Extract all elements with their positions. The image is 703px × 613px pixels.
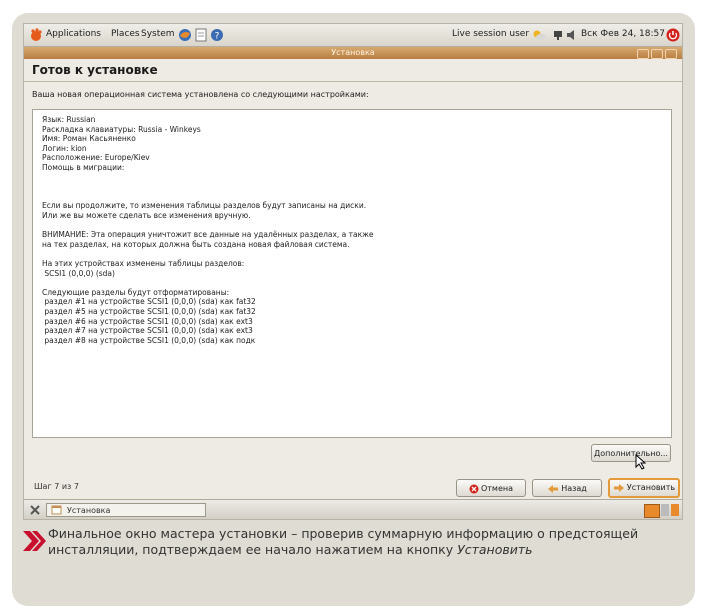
cancel-label: Отмена — [480, 484, 514, 493]
install-label: Установить — [626, 483, 676, 492]
step-indicator: Шаг 7 из 7 — [34, 482, 79, 491]
svg-text:?: ? — [215, 32, 220, 42]
summary-line: Язык: Russian — [42, 115, 96, 124]
summary-line: Если вы продолжите, то изменения таблицы… — [42, 201, 367, 211]
window-title: Установка — [331, 48, 375, 57]
caption-text: Финальное окно мастера установки – прове… — [48, 526, 639, 557]
installer-icon — [51, 505, 62, 515]
menu-places[interactable]: Places — [111, 29, 140, 39]
summary-line: Помощь в миграции: — [42, 163, 125, 172]
screenshot: Applications Places System ? Live sessio… — [23, 23, 683, 520]
close-icon[interactable] — [665, 49, 677, 59]
installer-window: Готов к установке Ваша новая операционна… — [24, 59, 682, 499]
taskbar-item-label: Установка — [67, 506, 111, 515]
bottom-taskbar: Установка — [24, 499, 682, 519]
show-desktop-icon[interactable] — [29, 504, 41, 516]
back-arrow-icon — [548, 484, 559, 493]
menu-applications[interactable]: Applications — [46, 29, 101, 39]
summary-line: Логин: kion — [42, 143, 87, 153]
cancel-button[interactable]: Отмена — [456, 479, 526, 497]
trash-icon[interactable] — [671, 504, 679, 516]
clock[interactable]: Вск Фев 24, 18:57 — [581, 29, 665, 39]
advanced-button[interactable]: Дополнительно... — [591, 444, 671, 462]
intro-text: Ваша новая операционная система установл… — [32, 90, 369, 99]
summary-line: раздел #6 на устройстве SCSI1 (0,0,0) (s… — [42, 316, 253, 326]
install-button[interactable]: Установить — [608, 478, 680, 498]
summary-line: Раскладка клавиатуры: Russia - Winkeys — [42, 124, 201, 134]
back-label: Назад — [561, 484, 587, 493]
summary-line: ВНИМАНИЕ: Эта операция уничтожит все дан… — [42, 230, 374, 240]
weather-icon — [533, 30, 546, 40]
back-button[interactable]: Назад — [532, 479, 602, 497]
top-panel: Applications Places System ? Live sessio… — [24, 24, 682, 47]
summary-line: раздел #5 на устройстве SCSI1 (0,0,0) (s… — [42, 307, 256, 316]
summary-line: Следующие разделы будут отформатированы: — [42, 287, 230, 297]
menu-system[interactable]: System — [141, 29, 175, 39]
window-titlebar[interactable]: Установка — [24, 47, 682, 59]
document-icon[interactable] — [195, 28, 207, 42]
summary-line: Или же вы можете сделать все изменения в… — [42, 211, 251, 220]
page-title: Готов к установке — [32, 63, 158, 77]
summary-line: раздел #8 на устройстве SCSI1 (0,0,0) (s… — [42, 335, 256, 345]
summary-line: раздел #1 на устройстве SCSI1 (0,0,0) (s… — [42, 297, 256, 307]
forward-arrow-icon — [613, 483, 624, 492]
summary-textview[interactable]: Язык: Russian Раскладка клавиатуры: Russ… — [32, 109, 672, 438]
summary-line: раздел #7 на устройстве SCSI1 (0,0,0) (s… — [42, 326, 253, 336]
minimize-icon[interactable] — [637, 49, 649, 59]
cancel-icon — [469, 484, 479, 493]
network-icon[interactable] — [552, 29, 564, 41]
workspace-switcher-icon[interactable] — [661, 504, 669, 516]
volume-icon[interactable] — [566, 29, 578, 41]
firefox-icon[interactable] — [178, 28, 192, 42]
taskbar-item-installer[interactable]: Установка — [46, 503, 206, 517]
divider — [24, 81, 682, 82]
session-user-label[interactable]: Live session user — [452, 29, 529, 39]
summary-line: На этих устройствах изменены таблицы раз… — [42, 259, 245, 268]
summary-line: Имя: Роман Касьяненко — [42, 134, 136, 144]
power-icon[interactable] — [666, 28, 680, 42]
caption: Финальное окно мастера установки – прове… — [48, 526, 688, 558]
workspace-switcher-icon[interactable] — [644, 504, 660, 518]
summary-line: SCSI1 (0,0,0) (sda) — [42, 268, 115, 278]
caption-italic-word: Установить — [457, 542, 533, 557]
summary-line: на тех разделах, на которых должна быть … — [42, 239, 350, 249]
caption-arrow-icon — [23, 531, 46, 551]
gnome-foot-icon[interactable] — [29, 28, 43, 42]
summary-line: Расположение: Europe/Kiev — [42, 153, 150, 163]
maximize-icon[interactable] — [651, 49, 663, 59]
help-icon[interactable]: ? — [210, 28, 224, 42]
mouse-cursor-icon — [635, 454, 647, 470]
